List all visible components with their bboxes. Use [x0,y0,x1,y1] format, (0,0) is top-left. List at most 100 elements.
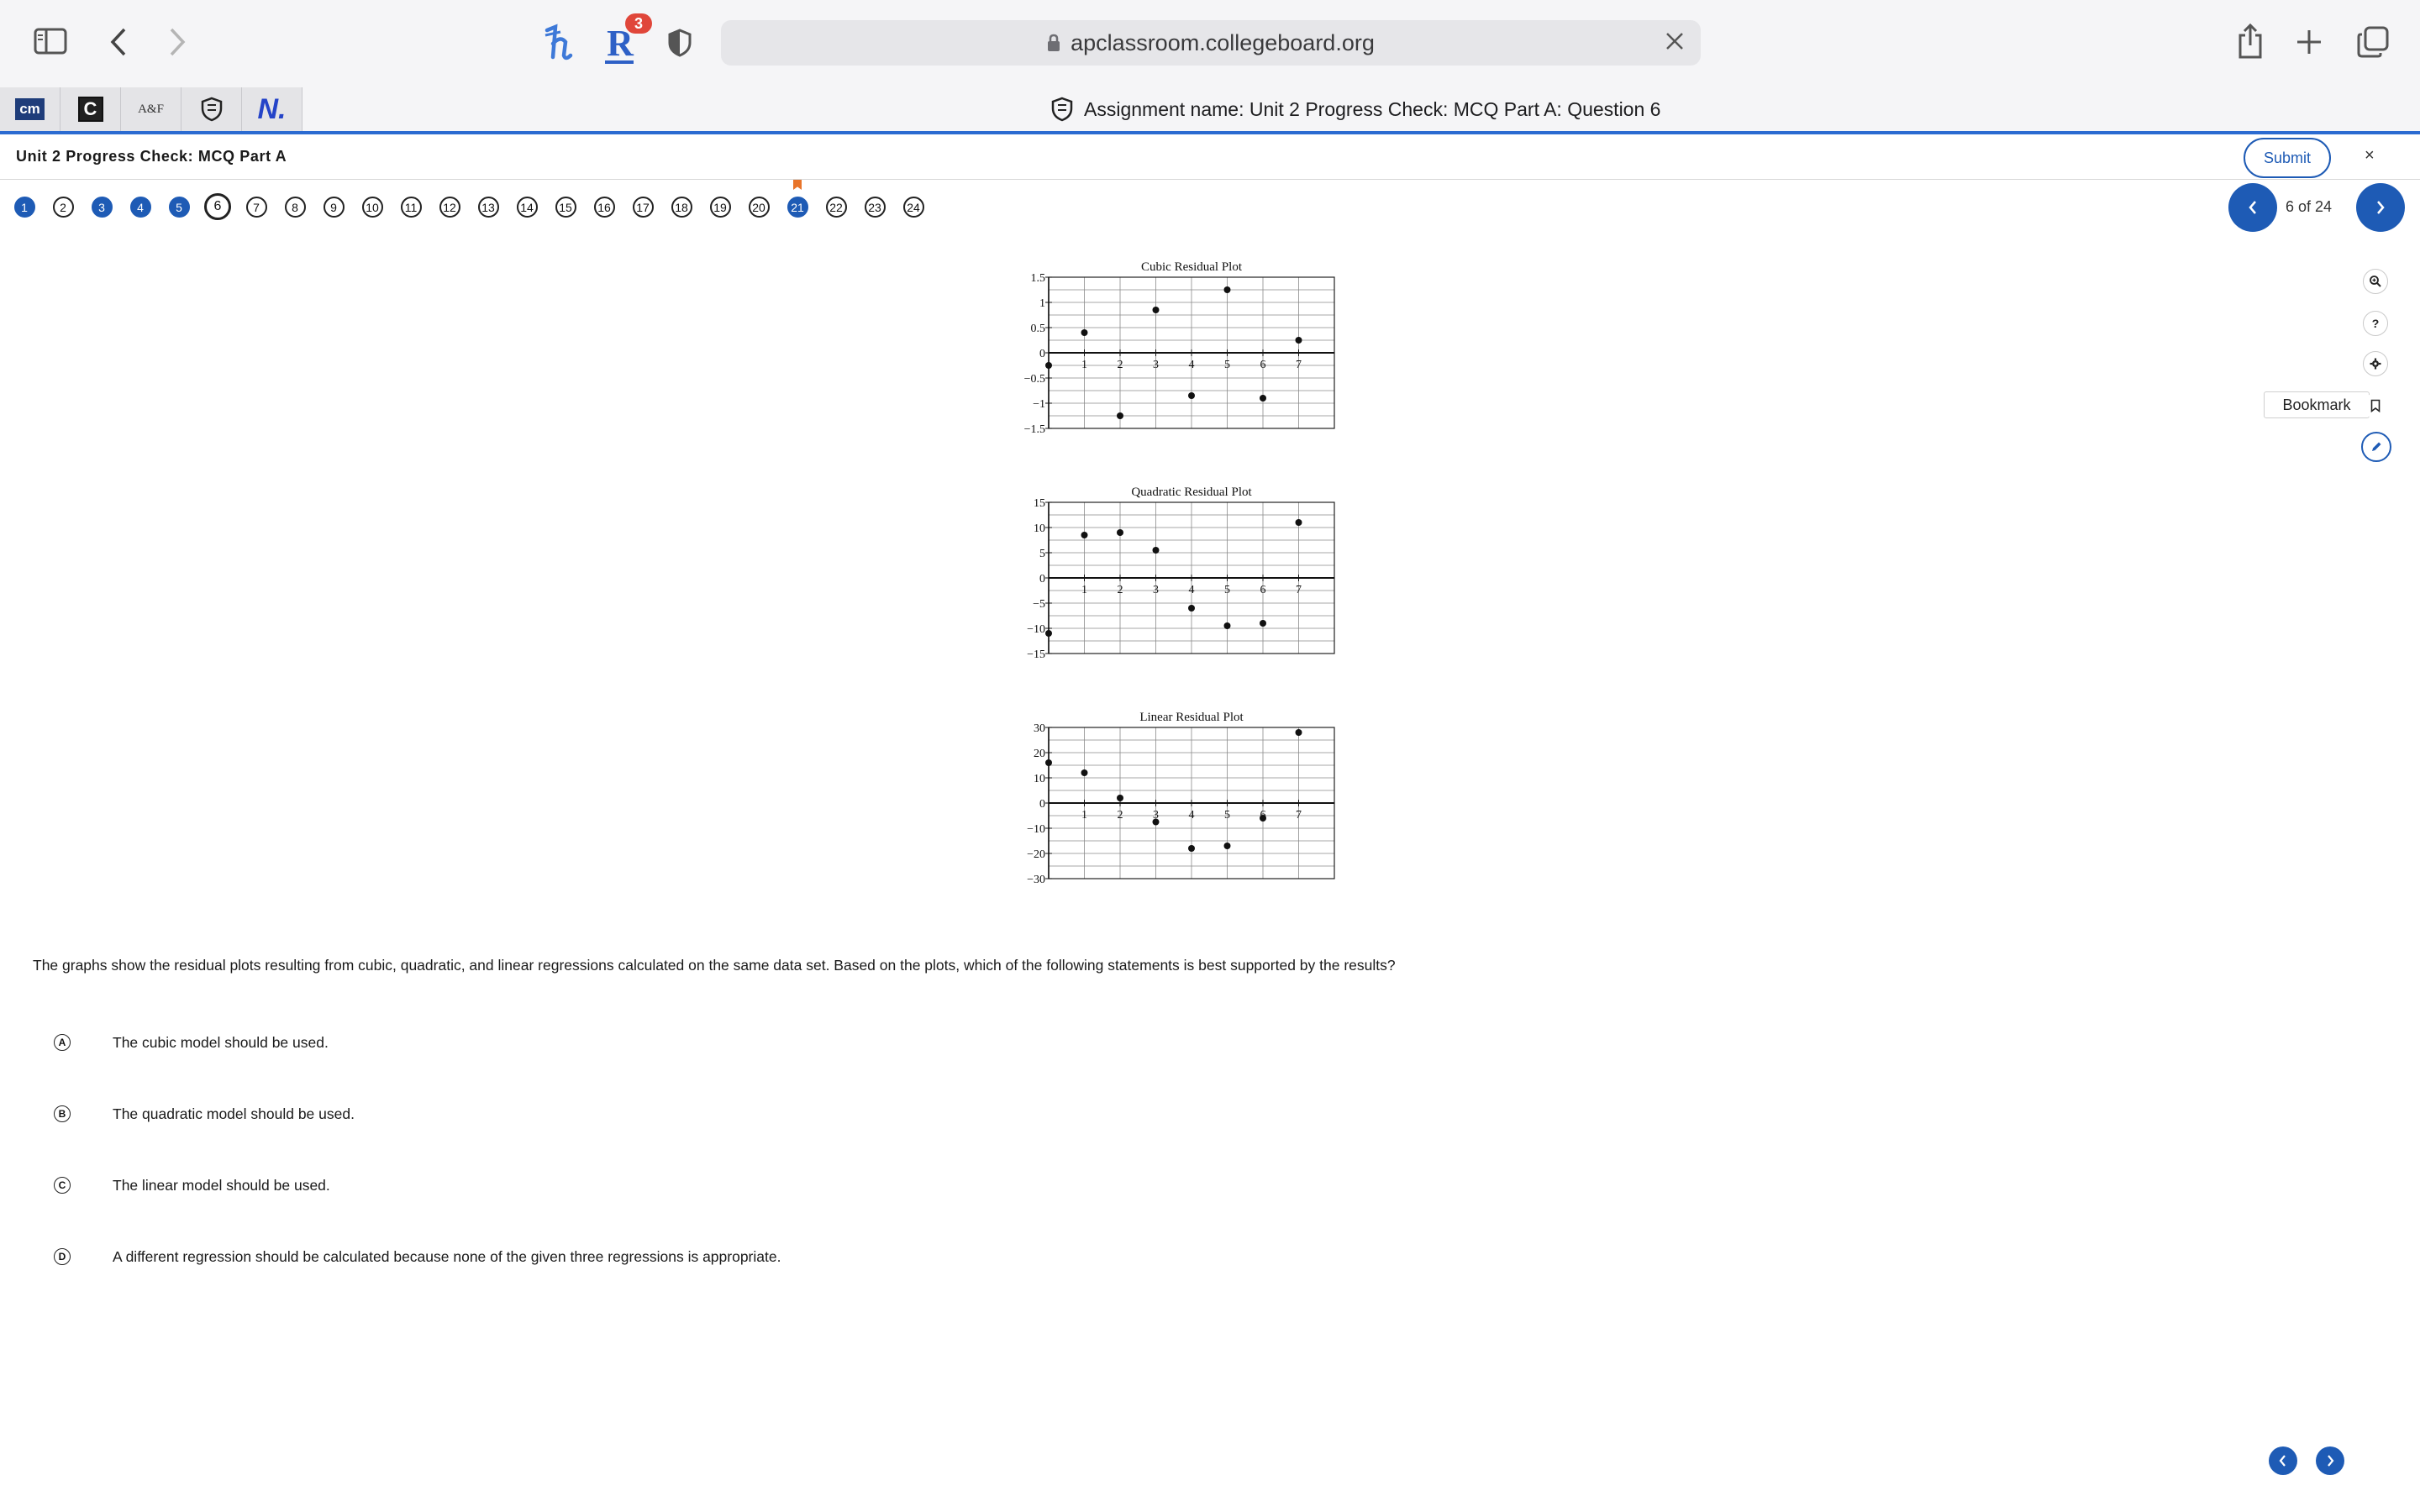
choice-letter[interactable]: D [54,1248,71,1265]
data-point [1223,286,1231,293]
question-nav-23[interactable]: 23 [864,197,886,218]
next-question-button[interactable] [2356,183,2405,232]
bookmark-icon[interactable] [2363,393,2388,418]
question-nav-14[interactable]: 14 [516,197,538,218]
x-tick-label: 3 [1153,359,1159,371]
quadratic-residual-plot: Quadratic Residual Plot 15 10 5 0 −5 −10 −15 1 2 3… [1027,486,1335,661]
share-icon[interactable] [2235,22,2265,60]
data-point [1081,532,1088,538]
question-nav-12[interactable]: 12 [439,197,460,218]
x-tick-label: 2 [1118,809,1123,822]
question-nav-3[interactable]: 3 [91,197,113,218]
extension-tab-n[interactable]: N. [242,87,302,131]
y-tick-label: 0 [1039,348,1045,360]
forward-icon[interactable] [165,25,190,59]
data-point [1045,759,1052,766]
question-nav-2[interactable]: 2 [52,197,74,218]
data-point [1117,529,1123,536]
data-point [1223,622,1231,629]
question-nav-8[interactable]: 8 [284,197,306,218]
question-nav-18[interactable]: 18 [671,197,692,218]
extension-tab-shield[interactable] [182,87,242,131]
y-tick-label: 1 [1039,297,1045,310]
back-icon[interactable] [106,25,131,59]
choice-letter[interactable]: A [54,1034,71,1051]
extension-tab-cm[interactable]: cm [0,87,60,131]
x-tick-label: 4 [1189,359,1195,371]
question-nav-20[interactable]: 20 [748,197,770,218]
notification-badge: 3 [625,13,652,34]
submit-button[interactable]: Submit [2244,138,2331,178]
x-tick-label: 5 [1224,359,1230,371]
answer-choice-d[interactable]: D A different regression should be calcu… [54,1244,781,1269]
y-tick-label: 10 [1034,773,1045,785]
chart-title: Quadratic Residual Plot [1131,486,1252,499]
assignment-title: Assignment name: Unit 2 Progress Check: … [1050,87,1660,131]
sidebar-toggle-icon[interactable] [34,27,67,55]
choice-text: The linear model should be used. [113,1176,330,1194]
bottom-next-button[interactable] [2316,1446,2344,1475]
question-nav-4[interactable]: 4 [129,197,151,218]
linear-residual-plot: Linear Residual Plot3020100−10−20−301 2 3 4… [1027,711,1335,886]
y-tick-label: −15 [1027,648,1045,661]
privacy-shield-icon[interactable] [667,27,692,59]
y-tick-label: −10 [1027,823,1045,836]
question-nav-24[interactable]: 24 [902,197,924,218]
extension-tab-c[interactable]: C [60,87,121,131]
x-tick-label: 5 [1224,584,1230,596]
question-nav-11[interactable]: 11 [400,197,422,218]
question-nav-16[interactable]: 16 [593,197,615,218]
close-icon[interactable]: × [2365,146,2375,165]
y-tick-label: −5 [1033,598,1045,611]
bookmark-flag-icon [793,180,802,190]
question-nav-6[interactable]: 6 [204,193,231,220]
extension-h-icon[interactable] [541,22,576,64]
question-nav-1[interactable]: 1 [13,197,35,218]
question-nav-17[interactable]: 17 [632,197,654,218]
y-tick-label: 0 [1039,798,1045,811]
address-bar[interactable]: apclassroom.collegeboard.org [721,20,1701,66]
browser-toolbar: R 3 apclassroom.collegeboard.org [0,0,2420,87]
data-point [1117,412,1123,419]
data-point [1188,605,1195,612]
question-nav-13[interactable]: 13 [477,197,499,218]
answer-choice-a[interactable]: A The cubic model should be used. [54,1030,329,1055]
data-point [1117,795,1123,801]
question-nav-21[interactable]: 21 [786,197,808,218]
y-tick-label: 0 [1039,573,1045,585]
answer-choice-c[interactable]: C The linear model should be used. [54,1173,330,1198]
new-tab-icon[interactable] [2294,27,2324,57]
help-icon[interactable]: ? [2363,311,2388,336]
settings-gear-icon[interactable] [2363,351,2388,376]
question-nav-22[interactable]: 22 [825,197,847,218]
x-tick-label: 6 [1260,359,1266,371]
x-tick-label: 7 [1296,809,1302,822]
zoom-icon[interactable] [2363,269,2388,294]
choice-letter[interactable]: C [54,1177,71,1194]
lock-icon [1048,34,1060,51]
clear-url-icon[interactable] [1664,30,1686,56]
question-nav-7[interactable]: 7 [245,197,267,218]
choice-text: A different regression should be calcula… [113,1247,781,1265]
question-nav-5[interactable]: 5 [168,197,190,218]
annotate-pencil-icon[interactable] [2361,432,2391,462]
question-nav-19[interactable]: 19 [709,197,731,218]
question-stem: The graphs show the residual plots resul… [33,957,1396,974]
choice-letter[interactable]: B [54,1105,71,1122]
question-navigator: 6 of 24 1 2 3 4 5 6 7 8 9 10 11 12 13 14 15 16 17 18 19 20 2… [0,180,2420,234]
data-point [1260,815,1266,822]
previous-question-button[interactable] [2228,183,2277,232]
x-tick-label: 1 [1081,809,1087,822]
extension-tab-af[interactable]: A&F [121,87,182,131]
question-nav-9[interactable]: 9 [323,197,345,218]
bookmark-tooltip: Bookmark [2264,391,2370,418]
data-point [1152,307,1160,313]
data-point [1295,729,1302,736]
question-nav-10[interactable]: 10 [361,197,383,218]
question-nav-15[interactable]: 15 [555,197,576,218]
tab-overview-icon[interactable] [2356,25,2390,59]
x-tick-label: 3 [1153,584,1159,596]
shield-icon [1051,97,1073,122]
bottom-previous-button[interactable] [2269,1446,2297,1475]
answer-choice-b[interactable]: B The quadratic model should be used. [54,1101,355,1126]
